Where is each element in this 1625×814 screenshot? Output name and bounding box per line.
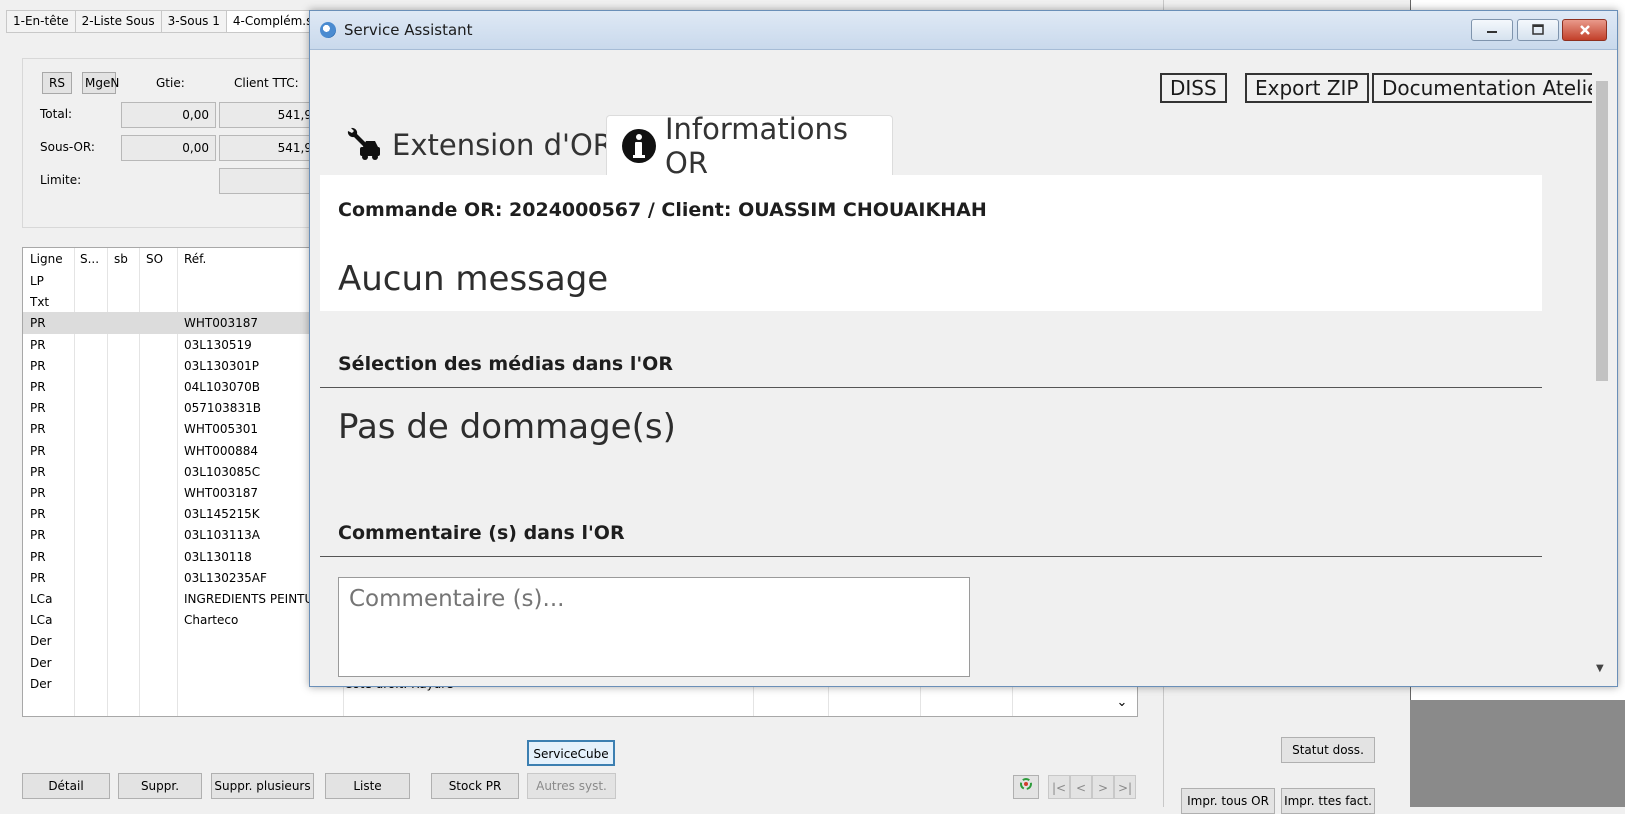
cell-ligne: Der xyxy=(30,655,52,670)
commentaire-input[interactable] xyxy=(338,577,970,677)
scrollbar-thumb[interactable] xyxy=(1596,81,1608,381)
cell-ligne: PR xyxy=(30,316,46,331)
cell-ligne: PR xyxy=(30,443,46,458)
diss-button[interactable]: DISS xyxy=(1160,73,1227,103)
modal-tab-strip: Extension d'OR Informations OR xyxy=(320,112,1592,180)
cell-ligne: LCa xyxy=(30,592,53,606)
totals-panel: RS MgeN Gtie: Client TTC: Total: 0,00 54… xyxy=(22,58,324,228)
statut-doss-button[interactable]: Statut doss. xyxy=(1281,737,1375,763)
cell-ligne: PR xyxy=(30,464,46,479)
scroll-down-icon[interactable]: ▼ xyxy=(1596,663,1604,674)
window-scrollbar[interactable]: ▼ xyxy=(1593,67,1611,681)
limite-field[interactable] xyxy=(219,168,319,194)
cell-ligne: PR xyxy=(30,549,46,564)
limite-label: Limite: xyxy=(40,173,82,187)
cell-ligne: Txt xyxy=(30,295,50,310)
cell-ligne: PR xyxy=(30,380,46,394)
sous-or-client-field: 541,9 xyxy=(219,135,319,161)
window-titlebar[interactable]: Service Assistant xyxy=(310,11,1617,50)
nav-first-button[interactable]: |< xyxy=(1048,775,1070,799)
window-content: DISS Export ZIP Documentation Atelier Ex… xyxy=(320,51,1592,683)
cell-ligne: PR xyxy=(30,570,46,585)
background-tab-strip: 1-En-tête 2-Liste Sous 3-Sous 1 4-Complé… xyxy=(6,10,341,32)
info-panel: Commande OR: 2024000567 / Client: OUASSI… xyxy=(320,175,1542,311)
app-icon xyxy=(320,22,336,38)
cell-ligne: Der xyxy=(30,634,52,649)
nav-next-button[interactable]: > xyxy=(1092,775,1114,799)
car-wrench-icon xyxy=(344,125,384,165)
minimize-icon[interactable] xyxy=(1471,19,1513,41)
commande-header: Commande OR: 2024000567 / Client: OUASSI… xyxy=(338,199,987,221)
cell-ligne: PR xyxy=(30,337,46,352)
info-icon xyxy=(621,128,657,164)
mgen-button[interactable]: MgeN xyxy=(82,72,119,94)
impr-ttes-fact-button[interactable]: Impr. ttes fact. xyxy=(1281,788,1375,814)
cell-ligne: PR xyxy=(30,507,46,522)
suppr-plusieurs-button[interactable]: Suppr. plusieurs xyxy=(211,773,314,799)
cell-ligne: PR xyxy=(30,486,46,500)
cell-ligne: PR xyxy=(30,358,46,373)
col-header-s[interactable]: S... xyxy=(80,248,99,270)
col-header-so[interactable]: SO xyxy=(146,248,163,270)
tab-en-tete[interactable]: 1-En-tête xyxy=(6,10,76,32)
detail-button[interactable]: Détail xyxy=(22,773,110,799)
servicecube-button[interactable]: ServiceCube xyxy=(527,740,615,766)
tab-extension-or[interactable]: Extension d'OR xyxy=(332,115,614,175)
dommages-text: Pas de dommage(s) xyxy=(338,407,676,447)
impr-tous-or-button[interactable]: Impr. tous OR xyxy=(1181,788,1275,814)
tab-extension-or-label: Extension d'OR xyxy=(392,128,613,162)
chevron-down-icon[interactable]: ⌄ xyxy=(1113,694,1131,712)
tab-informations-or-label: Informations OR xyxy=(665,111,848,180)
col-header-sb[interactable]: sb xyxy=(114,248,128,270)
cell-ligne: LP xyxy=(30,274,44,288)
total-client-field: 541,9 xyxy=(219,102,319,128)
close-icon[interactable] xyxy=(1562,19,1607,41)
service-assistant-window: Service Assistant DISS Export ZIP Docume… xyxy=(309,10,1618,687)
rs-button[interactable]: RS xyxy=(42,72,72,94)
medias-divider xyxy=(320,387,1542,388)
tab-sous-1[interactable]: 3-Sous 1 xyxy=(160,10,227,32)
medias-section-title: Sélection des médias dans l'OR xyxy=(338,353,673,375)
tab-liste-sous[interactable]: 2-Liste Sous xyxy=(74,10,162,32)
nav-last-button[interactable]: >| xyxy=(1114,775,1136,799)
cell-ligne: Der xyxy=(30,676,52,691)
commentaire-divider xyxy=(320,556,1542,557)
total-label: Total: xyxy=(40,107,73,121)
tab-informations-or[interactable]: Informations OR xyxy=(606,112,893,180)
refresh-icon[interactable] xyxy=(1013,775,1039,799)
commentaire-section-title: Commentaire (s) dans l'OR xyxy=(338,522,625,544)
cell-ligne: PR xyxy=(30,401,46,416)
cell-ligne: LCa xyxy=(30,613,53,628)
suppr-button[interactable]: Suppr. xyxy=(118,773,202,799)
export-zip-button[interactable]: Export ZIP xyxy=(1245,73,1369,103)
sous-or-gtie-field: 0,00 xyxy=(121,135,216,161)
total-gtie-field: 0,00 xyxy=(121,102,216,128)
sous-or-label: Sous-OR: xyxy=(40,140,95,154)
gtie-label: Gtie: xyxy=(156,76,185,90)
autres-syst-button: Autres syst. xyxy=(527,773,616,799)
documentation-atelier-button[interactable]: Documentation Atelier xyxy=(1372,73,1592,103)
stock-pr-button[interactable]: Stock PR xyxy=(431,773,519,799)
cell-ligne: PR xyxy=(30,422,46,437)
maximize-icon[interactable] xyxy=(1517,19,1559,41)
nav-prev-button[interactable]: < xyxy=(1070,775,1092,799)
col-header-ligne[interactable]: Ligne xyxy=(30,248,63,270)
liste-button[interactable]: Liste xyxy=(325,773,410,799)
aucun-message-text: Aucun message xyxy=(338,259,609,299)
col-header-ref[interactable]: Réf. xyxy=(184,248,206,270)
cell-ligne: PR xyxy=(30,528,46,543)
window-title: Service Assistant xyxy=(344,21,473,39)
client-ttc-label: Client TTC: xyxy=(234,76,299,90)
